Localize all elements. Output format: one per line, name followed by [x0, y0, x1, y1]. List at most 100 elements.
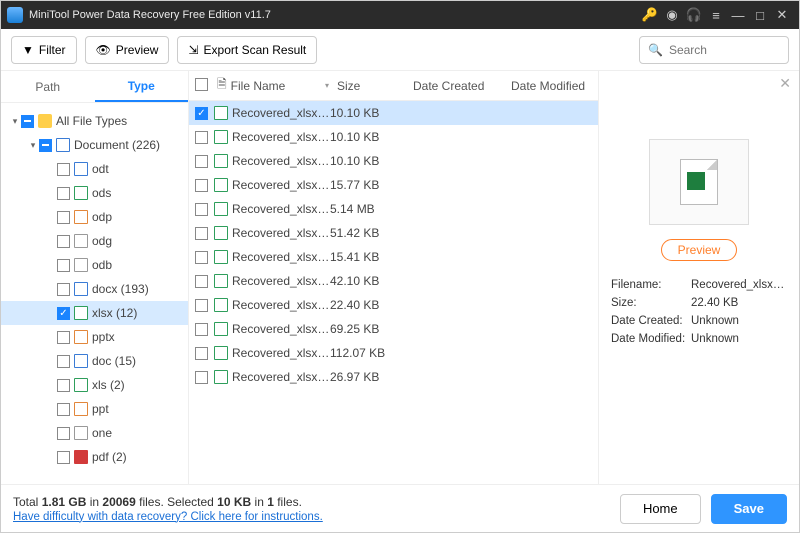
tab-type[interactable]: Type: [95, 71, 189, 102]
file-name: Recovered_xlsx_fi...: [232, 274, 330, 288]
disc-icon[interactable]: ◉: [661, 7, 683, 23]
meta-filename-value: Recovered_xlsx_file(: [691, 279, 787, 291]
close-preview-icon[interactable]: ✕: [779, 75, 791, 92]
tree-item[interactable]: doc (15): [1, 349, 188, 373]
filetype-icon: [56, 138, 70, 152]
row-checkbox[interactable]: [195, 299, 208, 312]
tree-item[interactable]: pptx: [1, 325, 188, 349]
preview-button[interactable]: 👁Preview: [85, 36, 170, 64]
file-row[interactable]: Recovered_xlsx_fi...26.97 KB: [189, 365, 598, 389]
checkbox[interactable]: [57, 211, 70, 224]
key-icon[interactable]: 🔑: [639, 7, 661, 23]
maximize-button[interactable]: □: [749, 8, 771, 23]
tree-item[interactable]: odg: [1, 229, 188, 253]
checkbox[interactable]: [57, 355, 70, 368]
file-row[interactable]: Recovered_xlsx_fi...10.10 KB: [189, 149, 598, 173]
col-size[interactable]: Size: [337, 79, 413, 93]
row-checkbox[interactable]: [195, 371, 208, 384]
checkbox[interactable]: [57, 403, 70, 416]
xlsx-icon: [214, 106, 228, 120]
tree-label: odb: [92, 258, 112, 272]
file-icon: 🗎: [217, 75, 227, 96]
file-row[interactable]: Recovered_xlsx_fi...15.77 KB: [189, 173, 598, 197]
row-checkbox[interactable]: [195, 131, 208, 144]
meta-size-value: 22.40 KB: [691, 297, 787, 309]
checkbox[interactable]: [57, 379, 70, 392]
checkbox[interactable]: [57, 451, 70, 464]
col-filename[interactable]: 🗎File Name▾: [217, 75, 337, 96]
row-checkbox[interactable]: [195, 275, 208, 288]
home-button[interactable]: Home: [620, 494, 701, 524]
row-checkbox[interactable]: [195, 347, 208, 360]
tree-item[interactable]: one: [1, 421, 188, 445]
tree-item[interactable]: ods: [1, 181, 188, 205]
col-date-modified[interactable]: Date Modified: [511, 79, 598, 93]
file-name: Recovered_xlsx_fi...: [232, 106, 330, 120]
open-preview-button[interactable]: Preview: [661, 239, 738, 261]
file-rows[interactable]: ✓Recovered_xlsx_fi...10.10 KBRecovered_x…: [189, 101, 598, 484]
tree-item[interactable]: ▾Document (226): [1, 133, 188, 157]
file-type-tree[interactable]: ▾All File Types▾Document (226)odtods odp o…: [1, 103, 188, 484]
meta-size-label: Size:: [611, 297, 691, 309]
filetype-icon: [74, 378, 88, 392]
minimize-button[interactable]: —: [727, 8, 749, 23]
caret-icon[interactable]: ▾: [27, 140, 39, 151]
headset-icon[interactable]: 🎧: [683, 7, 705, 23]
checkbox[interactable]: ✓: [57, 307, 70, 320]
tree-item[interactable]: ppt: [1, 397, 188, 421]
meta-datemodified-label: Date Modified:: [611, 333, 691, 345]
file-row[interactable]: Recovered_xlsx_fi...42.10 KB: [189, 269, 598, 293]
checkbox[interactable]: [21, 115, 34, 128]
caret-icon[interactable]: ▾: [9, 116, 21, 127]
xlsx-icon: [214, 298, 228, 312]
row-checkbox[interactable]: [195, 323, 208, 336]
tree-item[interactable]: docx (193): [1, 277, 188, 301]
tree-item[interactable]: pdf (2): [1, 445, 188, 469]
main-area: Path Type ▾All File Types▾Document (226)…: [1, 71, 799, 484]
row-checkbox[interactable]: ✓: [195, 107, 208, 120]
close-button[interactable]: ✕: [771, 7, 793, 23]
help-link[interactable]: Have difficulty with data recovery? Clic…: [13, 511, 323, 523]
checkbox[interactable]: [57, 235, 70, 248]
row-checkbox[interactable]: [195, 203, 208, 216]
file-row[interactable]: Recovered_xlsx_fi...69.25 KB: [189, 317, 598, 341]
checkbox[interactable]: [57, 283, 70, 296]
row-checkbox[interactable]: [195, 227, 208, 240]
checkbox[interactable]: [57, 427, 70, 440]
checkbox[interactable]: [57, 163, 70, 176]
checkbox[interactable]: [57, 187, 70, 200]
row-checkbox[interactable]: [195, 251, 208, 264]
file-row[interactable]: Recovered_xlsx_fi...22.40 KB: [189, 293, 598, 317]
tab-path[interactable]: Path: [1, 71, 95, 102]
tree-item[interactable]: ▾All File Types: [1, 109, 188, 133]
search-box[interactable]: 🔍: [639, 36, 789, 64]
tree-label: odp: [92, 210, 112, 224]
checkbox[interactable]: [57, 259, 70, 272]
file-row[interactable]: Recovered_xlsx_fi...51.42 KB: [189, 221, 598, 245]
select-all-checkbox[interactable]: [195, 78, 208, 91]
save-button[interactable]: Save: [711, 494, 787, 524]
file-row[interactable]: Recovered_xlsx_fi...10.10 KB: [189, 125, 598, 149]
tree-item[interactable]: odb: [1, 253, 188, 277]
eye-icon: 👁: [96, 43, 111, 57]
column-headers: 🗎File Name▾ Size Date Created Date Modif…: [189, 71, 598, 101]
col-date-created[interactable]: Date Created: [413, 79, 511, 93]
file-row[interactable]: Recovered_xlsx_fi...15.41 KB: [189, 245, 598, 269]
filter-button[interactable]: ▼Filter: [11, 36, 77, 64]
export-button[interactable]: ⇲Export Scan Result: [177, 36, 317, 64]
tree-item[interactable]: ✓ xlsx (12): [1, 301, 188, 325]
checkbox[interactable]: [39, 139, 52, 152]
tree-item[interactable]: odp: [1, 205, 188, 229]
file-row[interactable]: Recovered_xlsx_fi...112.07 KB: [189, 341, 598, 365]
row-checkbox[interactable]: [195, 179, 208, 192]
tree-item[interactable]: xls (2): [1, 373, 188, 397]
tree-label: xls (2): [92, 378, 125, 392]
tree-item[interactable]: odt: [1, 157, 188, 181]
search-input[interactable]: [669, 43, 780, 57]
file-row[interactable]: Recovered_xlsx_fi...5.14 MB: [189, 197, 598, 221]
checkbox[interactable]: [57, 331, 70, 344]
tree-label: xlsx (12): [92, 306, 137, 320]
row-checkbox[interactable]: [195, 155, 208, 168]
menu-icon[interactable]: ≡: [705, 8, 727, 23]
file-row[interactable]: ✓Recovered_xlsx_fi...10.10 KB: [189, 101, 598, 125]
